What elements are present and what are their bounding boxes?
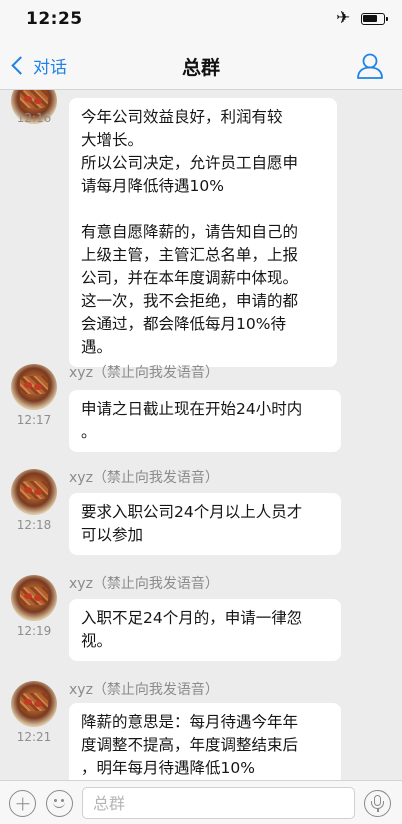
back-label: 对话 bbox=[33, 57, 67, 78]
sender-name: xyz（禁止向我发语音） bbox=[69, 576, 219, 592]
group-members-button[interactable] bbox=[355, 52, 385, 80]
input-bar bbox=[0, 780, 402, 824]
sender-name: xyz（禁止向我发语音） bbox=[69, 365, 219, 381]
message-time: 12:21 bbox=[16, 730, 52, 744]
chat-area[interactable]: 12:16 今年公司效益良好，利润有较 大增长。 所以公司决定，允许员工自愿申 … bbox=[0, 90, 402, 780]
avatar[interactable] bbox=[11, 364, 57, 410]
status-time: 12:25 bbox=[26, 9, 83, 29]
airplane-icon: ✈ bbox=[336, 8, 351, 28]
battery-icon bbox=[361, 13, 388, 25]
message-time: 12:17 bbox=[16, 413, 52, 427]
person-icon bbox=[357, 53, 383, 79]
voice-button[interactable] bbox=[364, 790, 391, 817]
nav-bar: 对话 总群 bbox=[0, 40, 402, 90]
message-bubble[interactable]: 今年公司效益良好，利润有较 大增长。 所以公司决定，允许员工自愿申 请每月降低待… bbox=[69, 98, 337, 367]
message-bubble[interactable]: 申请之日截止现在开始24小时内 。 bbox=[69, 390, 341, 452]
sender-name: xyz（禁止向我发语音） bbox=[69, 470, 219, 486]
message-bubble[interactable]: 要求入职公司24个月以上人员才 可以参加 bbox=[69, 493, 341, 555]
message-bubble[interactable]: 入职不足24个月的，申请一律忽 视。 bbox=[69, 599, 341, 661]
avatar[interactable] bbox=[11, 575, 57, 621]
chevron-left-icon bbox=[11, 55, 30, 75]
avatar[interactable] bbox=[11, 469, 57, 515]
message-input[interactable] bbox=[82, 787, 355, 819]
emoji-button[interactable] bbox=[46, 790, 73, 817]
message-time: 12:16 bbox=[16, 111, 52, 125]
add-button[interactable] bbox=[9, 790, 36, 817]
message-time: 12:18 bbox=[16, 518, 52, 532]
message-bubble[interactable]: 降薪的意思是：每月待遇今年年 度调整不提高，年度调整结束后 ，明年每月待遇降低1… bbox=[69, 703, 341, 780]
back-button[interactable]: 对话 bbox=[8, 52, 67, 78]
sender-name: xyz（禁止向我发语音） bbox=[69, 682, 219, 698]
message-time: 12:19 bbox=[16, 624, 52, 638]
status-bar: 12:25 ✈ bbox=[0, 0, 402, 40]
avatar[interactable] bbox=[11, 681, 57, 727]
